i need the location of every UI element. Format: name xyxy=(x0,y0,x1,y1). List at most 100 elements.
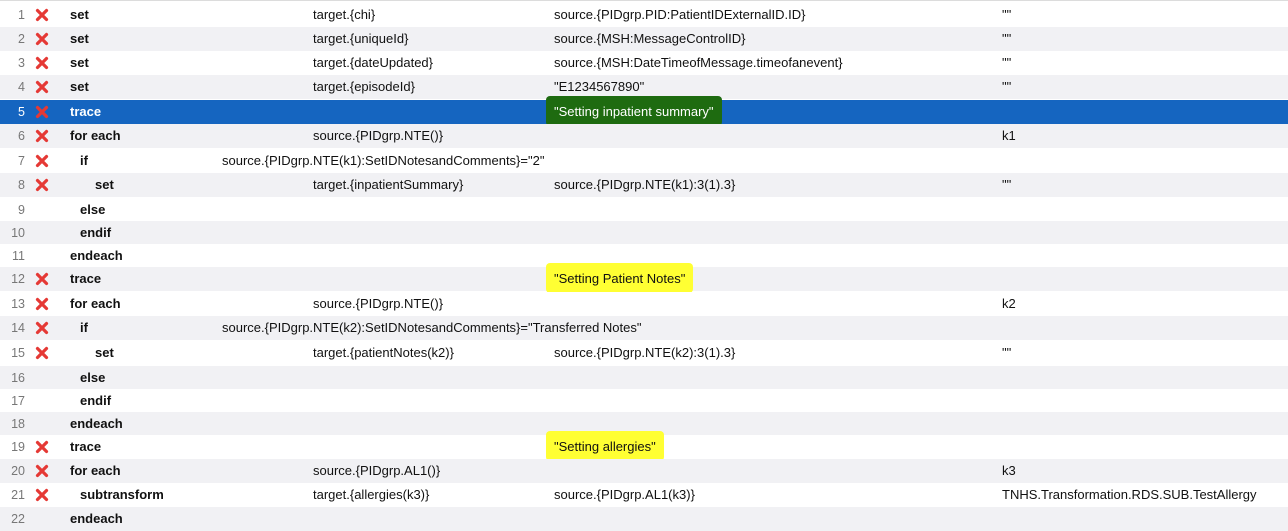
action-key: "" xyxy=(1002,177,1012,192)
action-condition: source.{PIDgrp.NTE(k2):SetIDNotesandComm… xyxy=(222,320,642,335)
delete-x-icon[interactable] xyxy=(35,346,49,360)
action-key: TNHS.Transformation.RDS.SUB.TestAllergy xyxy=(1002,487,1257,502)
delete-x-icon[interactable] xyxy=(35,297,49,311)
action-type: for each xyxy=(70,128,121,143)
delete-x-icon[interactable] xyxy=(35,8,49,22)
action-condition: source.{PIDgrp.NTE(k1):SetIDNotesandComm… xyxy=(222,153,545,168)
action-type: for each xyxy=(70,463,121,478)
action-type: set xyxy=(70,31,89,46)
row-number: 8 xyxy=(18,178,25,192)
action-row[interactable]: 13 for each source.{PIDgrp.NTE()} k2 xyxy=(0,292,1288,316)
action-value: source.{PIDgrp.AL1(k3)} xyxy=(554,487,695,502)
row-number: 5 xyxy=(18,105,25,119)
action-row[interactable]: 7 if source.{PIDgrp.NTE(k1):SetIDNotesandC… xyxy=(0,149,1288,173)
action-type: for each xyxy=(70,296,121,311)
action-property: target.{patientNotes(k2)} xyxy=(313,345,454,360)
row-number: 14 xyxy=(11,321,25,335)
row-number: 13 xyxy=(11,297,25,311)
row-number: 1 xyxy=(18,8,25,22)
row-number: 18 xyxy=(11,417,25,431)
action-type: set xyxy=(70,7,89,22)
delete-x-icon[interactable] xyxy=(35,32,49,46)
action-type: set xyxy=(70,79,89,94)
action-row[interactable]: 9 else xyxy=(0,198,1288,222)
action-key: k1 xyxy=(1002,128,1016,143)
action-type: set xyxy=(95,345,114,360)
row-number: 21 xyxy=(11,488,25,502)
action-row[interactable]: 10 endif xyxy=(0,221,1288,245)
action-row[interactable]: 17 endif xyxy=(0,389,1288,413)
row-number: 3 xyxy=(18,56,25,70)
action-row[interactable]: 4 set target.{episodeId} "E1234567890" "" xyxy=(0,75,1288,99)
action-row[interactable]: 3 set target.{dateUpdated} source.{MSH:Date… xyxy=(0,51,1288,75)
row-number: 6 xyxy=(18,129,25,143)
action-value: source.{PIDgrp.NTE(k2):3(1).3} xyxy=(554,345,736,360)
delete-x-icon[interactable] xyxy=(35,105,49,119)
delete-x-icon[interactable] xyxy=(35,56,49,70)
delete-x-icon[interactable] xyxy=(35,154,49,168)
row-number: 9 xyxy=(18,203,25,217)
row-number: 19 xyxy=(11,440,25,454)
action-type: endeach xyxy=(70,248,123,263)
action-type: trace xyxy=(70,104,102,119)
action-value: source.{MSH:DateTimeofMessage.timeofanev… xyxy=(554,55,843,70)
action-row[interactable]: 11 endeach xyxy=(0,244,1288,268)
action-type: endeach xyxy=(70,511,123,526)
action-key: "" xyxy=(1002,7,1012,22)
grid-top-border xyxy=(0,0,1288,1)
row-number: 12 xyxy=(11,272,25,286)
action-row[interactable]: 5 trace "Setting inpatient summary" xyxy=(0,96,1288,126)
action-type: set xyxy=(95,177,114,192)
action-property: source.{PIDgrp.NTE()} xyxy=(313,128,444,143)
action-type: endif xyxy=(80,225,112,240)
action-type: trace xyxy=(70,439,102,454)
action-type: else xyxy=(80,370,106,385)
delete-x-icon[interactable] xyxy=(35,80,49,94)
action-type: endeach xyxy=(70,416,123,431)
action-row[interactable]: 21 subtransform target.{allergies(k3)} sour… xyxy=(0,483,1288,507)
action-row[interactable]: 14 if source.{PIDgrp.NTE(k2):SetIDNotesand… xyxy=(0,316,1288,340)
action-row[interactable]: 2 set target.{uniqueId} source.{MSH:Message… xyxy=(0,27,1288,51)
action-key: "" xyxy=(1002,55,1012,70)
row-number: 20 xyxy=(11,464,25,478)
action-property: target.{allergies(k3)} xyxy=(313,487,430,502)
action-value: source.{MSH:MessageControlID} xyxy=(554,31,746,46)
action-type: set xyxy=(70,55,89,70)
action-type: trace xyxy=(70,271,102,286)
action-row[interactable]: 20 for each source.{PIDgrp.AL1()} k3 xyxy=(0,459,1288,483)
delete-x-icon[interactable] xyxy=(35,272,49,286)
action-row[interactable]: 6 for each source.{PIDgrp.NTE()} k1 xyxy=(0,124,1288,148)
action-property: target.{dateUpdated} xyxy=(313,55,433,70)
action-row[interactable]: 1 set target.{chi} source.{PIDgrp.PID:Patie… xyxy=(0,3,1288,27)
delete-x-icon[interactable] xyxy=(35,321,49,335)
action-key: k3 xyxy=(1002,463,1016,478)
action-row[interactable]: 8 set target.{inpatientSummary} source.{PID… xyxy=(0,173,1288,197)
action-value: "Setting allergies" xyxy=(554,439,656,454)
action-row[interactable]: 18 endeach xyxy=(0,412,1288,436)
delete-x-icon[interactable] xyxy=(35,464,49,478)
row-number: 15 xyxy=(11,346,25,360)
action-value: "E1234567890" xyxy=(554,79,645,94)
action-row[interactable]: 22 endeach xyxy=(0,507,1288,531)
action-property: target.{chi} xyxy=(313,7,376,22)
delete-x-icon[interactable] xyxy=(35,178,49,192)
action-type: endif xyxy=(80,393,112,408)
action-property: target.{inpatientSummary} xyxy=(313,177,464,192)
action-type: if xyxy=(80,153,88,168)
action-value: source.{PIDgrp.PID:PatientIDExternalID.I… xyxy=(554,7,806,22)
action-key: k2 xyxy=(1002,296,1016,311)
delete-x-icon[interactable] xyxy=(35,129,49,143)
action-row[interactable]: 15 set target.{patientNotes(k2)} source.{PI… xyxy=(0,341,1288,365)
row-number: 11 xyxy=(12,249,25,263)
action-row[interactable]: 19 trace "Setting allergies" xyxy=(0,431,1288,461)
action-row[interactable]: 16 else xyxy=(0,366,1288,390)
action-property: target.{episodeId} xyxy=(313,79,415,94)
action-value: source.{PIDgrp.NTE(k1):3(1).3} xyxy=(554,177,736,192)
delete-x-icon[interactable] xyxy=(35,440,49,454)
delete-x-icon[interactable] xyxy=(35,488,49,502)
action-value: "Setting Patient Notes" xyxy=(554,271,686,286)
action-row[interactable]: 12 trace "Setting Patient Notes" xyxy=(0,263,1288,293)
row-number: 7 xyxy=(18,154,25,168)
action-key: "" xyxy=(1002,345,1012,360)
action-property: source.{PIDgrp.NTE()} xyxy=(313,296,444,311)
